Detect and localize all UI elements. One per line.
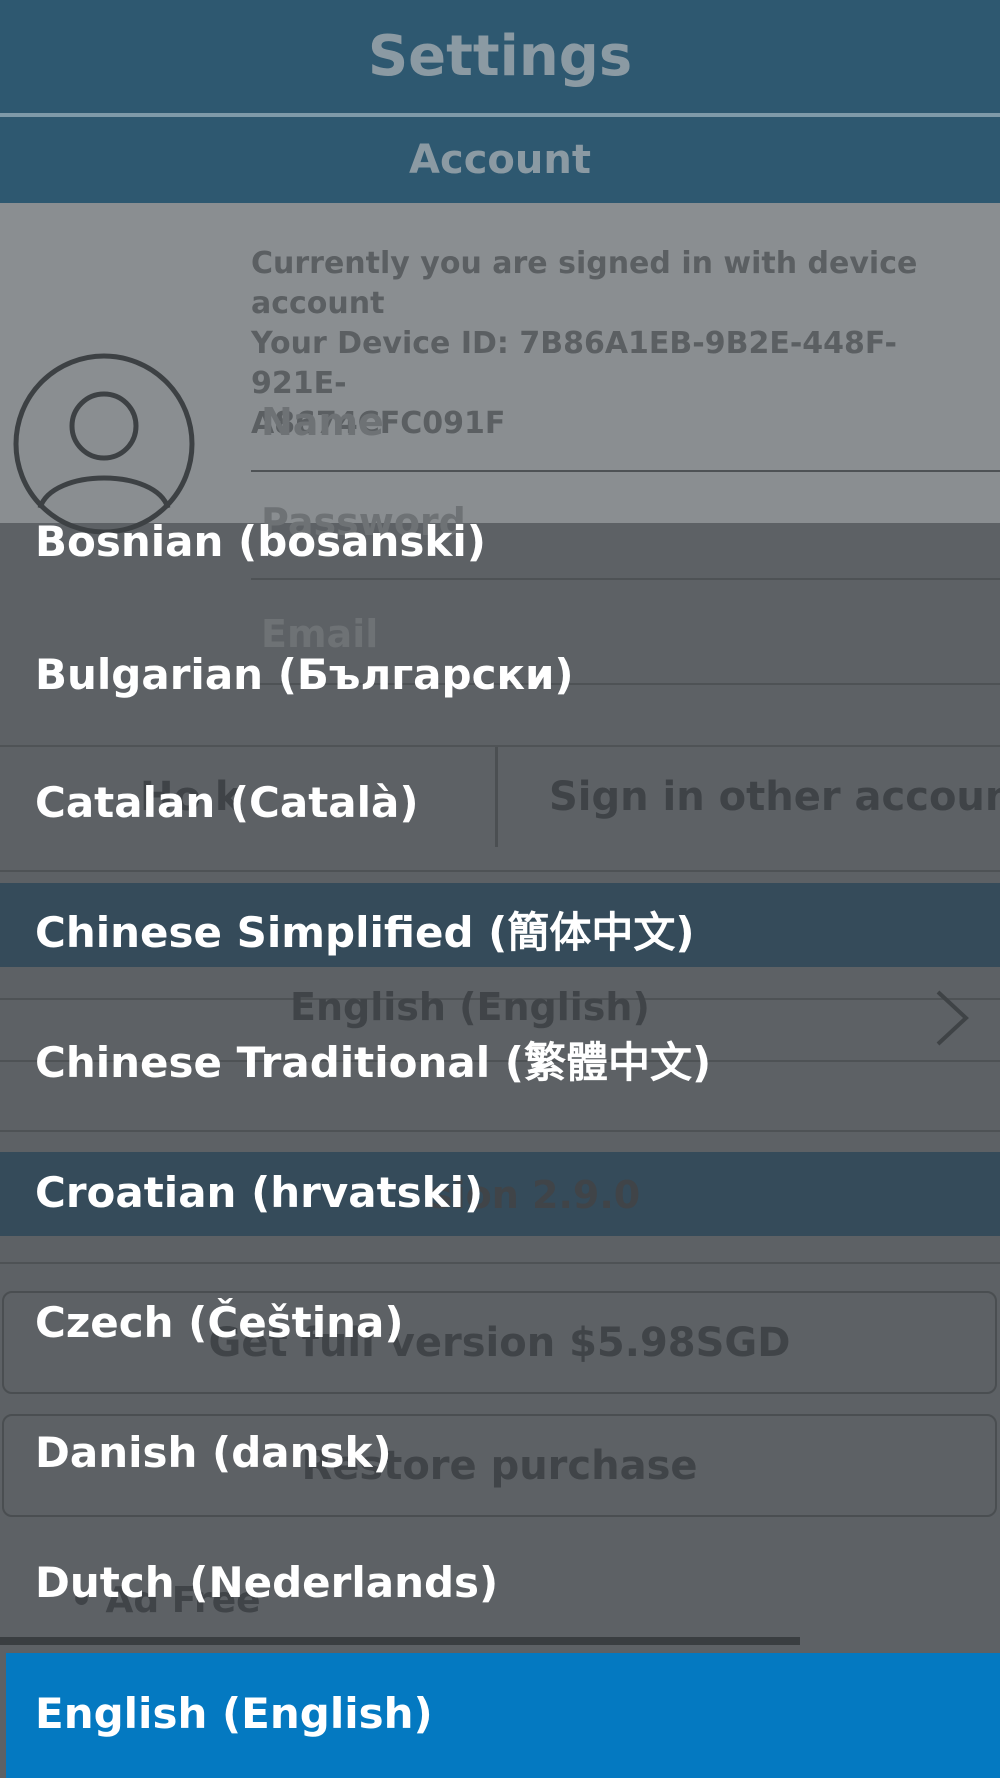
language-option[interactable]: Catalan (Català)	[35, 778, 419, 828]
language-option[interactable]: Czech (Čeština)	[35, 1298, 404, 1348]
language-picker-list: Bosnian (bosanski) Bulgarian (Български)…	[0, 0, 1000, 1778]
selected-language-label: English (English)	[35, 1689, 433, 1738]
language-option[interactable]: Dutch (Nederlands)	[35, 1558, 498, 1608]
language-option-selected[interactable]: English (English)	[6, 1653, 1000, 1778]
language-option[interactable]: Danish (dansk)	[35, 1428, 392, 1478]
language-option[interactable]: Bosnian (bosanski)	[35, 517, 486, 567]
language-option[interactable]: Croatian (hrvatski)	[35, 1168, 483, 1218]
language-option[interactable]: Bulgarian (Български)	[35, 650, 574, 700]
language-option[interactable]: Chinese Simplified (簡体中文)	[35, 908, 695, 958]
language-option[interactable]: Chinese Traditional (繁體中文)	[35, 1038, 711, 1088]
